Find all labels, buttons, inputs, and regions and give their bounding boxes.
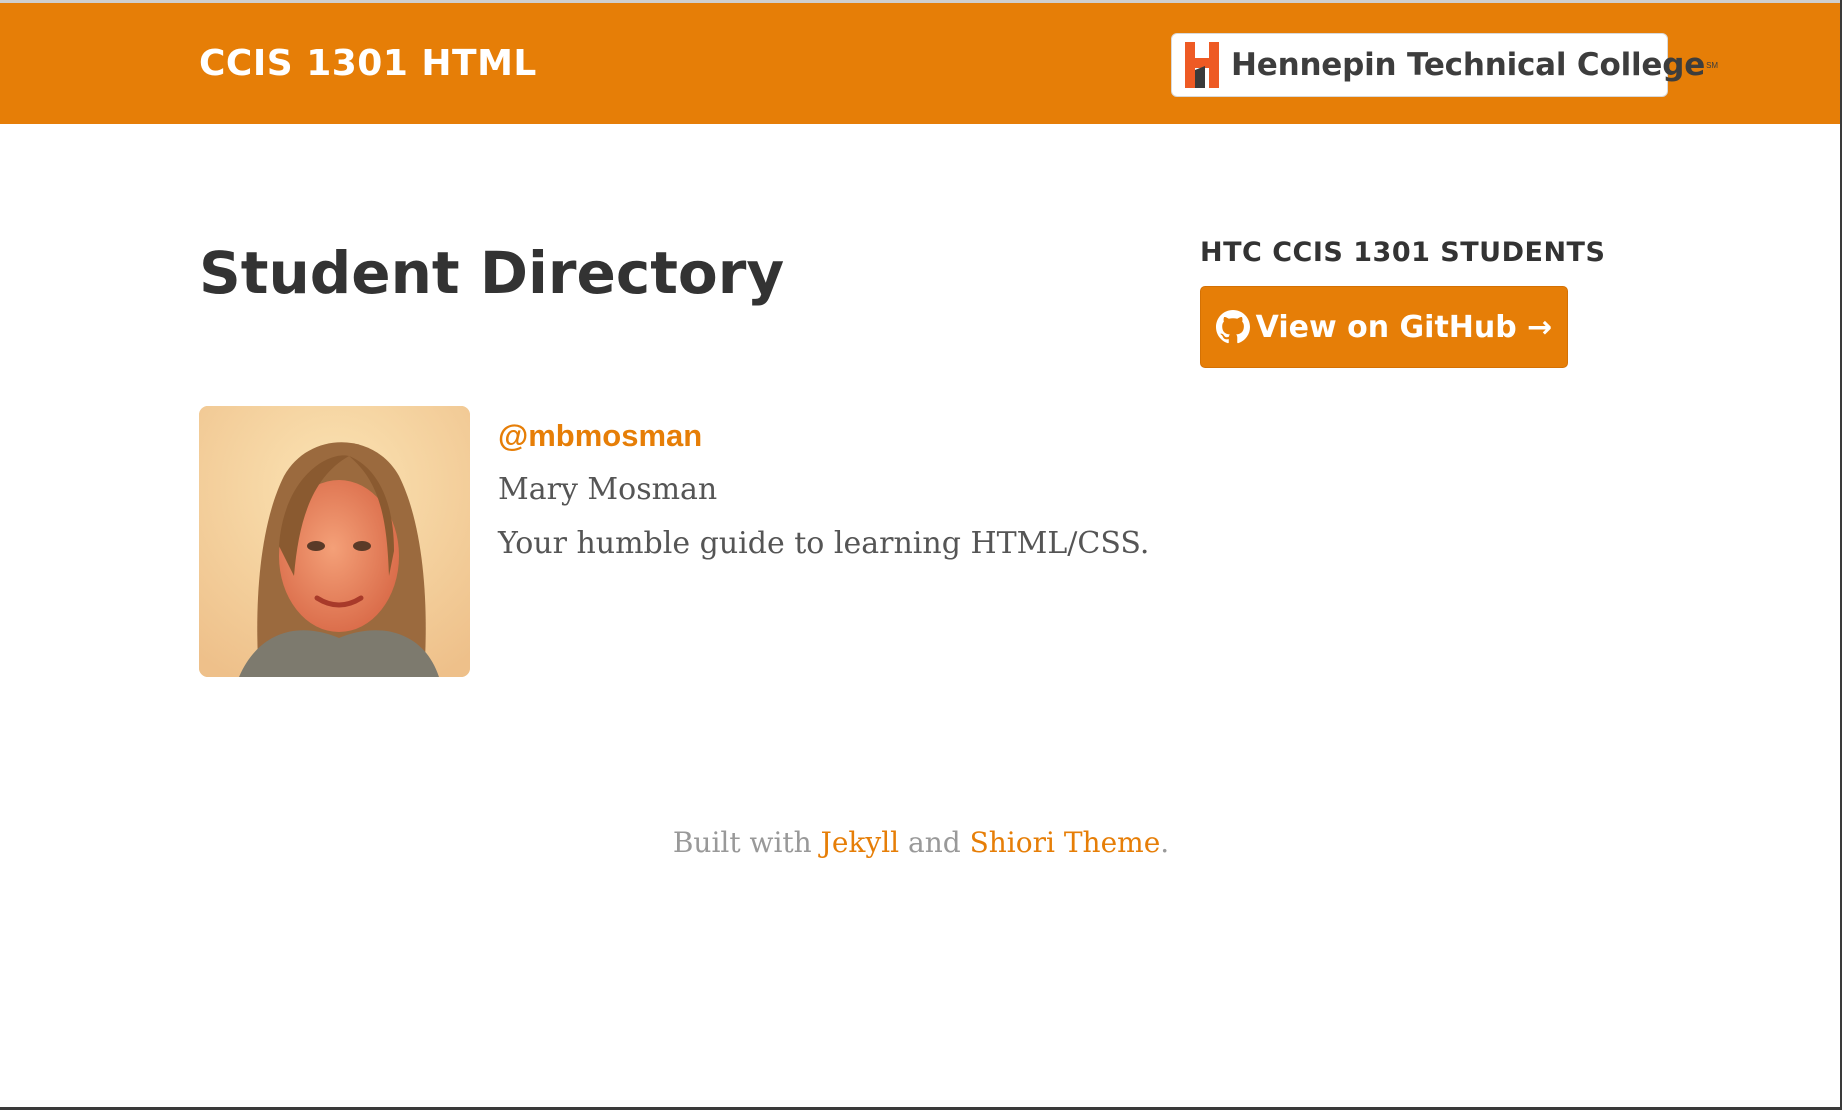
college-h-logo-icon	[1183, 40, 1221, 90]
site-title-link[interactable]: CCIS 1301 HTML	[199, 42, 537, 86]
footer-prefix: Built with	[672, 826, 812, 859]
footer-middle: and	[908, 826, 961, 859]
student-name: Mary Mosman	[498, 472, 718, 507]
page-title: Student Directory	[199, 239, 785, 307]
student-photo	[199, 406, 470, 677]
footer-suffix: .	[1160, 826, 1170, 859]
avatar	[199, 406, 470, 677]
site-header: CCIS 1301 HTML Hennepin Technical Colleg…	[0, 0, 1842, 124]
student-card: @mbmosman Mary Mosman Your humble guide …	[199, 406, 1149, 678]
footer-shiori-link[interactable]: Shiori Theme	[970, 826, 1161, 859]
footer-jekyll-link[interactable]: Jekyll	[821, 826, 900, 859]
student-bio: Your humble guide to learning HTML/CSS.	[498, 526, 1150, 561]
sidebar-heading: HTC CCIS 1301 STUDENTS	[1200, 237, 1606, 268]
site-footer: Built with Jekyll and Shiori Theme.	[0, 823, 1842, 863]
student-handle-link[interactable]: @mbmosman	[498, 416, 702, 456]
college-name: Hennepin Technical College	[1231, 47, 1706, 83]
college-service-mark: SM	[1706, 60, 1719, 70]
view-on-github-button[interactable]: View on GitHub →	[1200, 286, 1568, 368]
github-button-label: View on GitHub →	[1255, 309, 1553, 345]
college-logo[interactable]: Hennepin Technical College SM	[1171, 33, 1718, 97]
github-icon	[1215, 310, 1250, 344]
